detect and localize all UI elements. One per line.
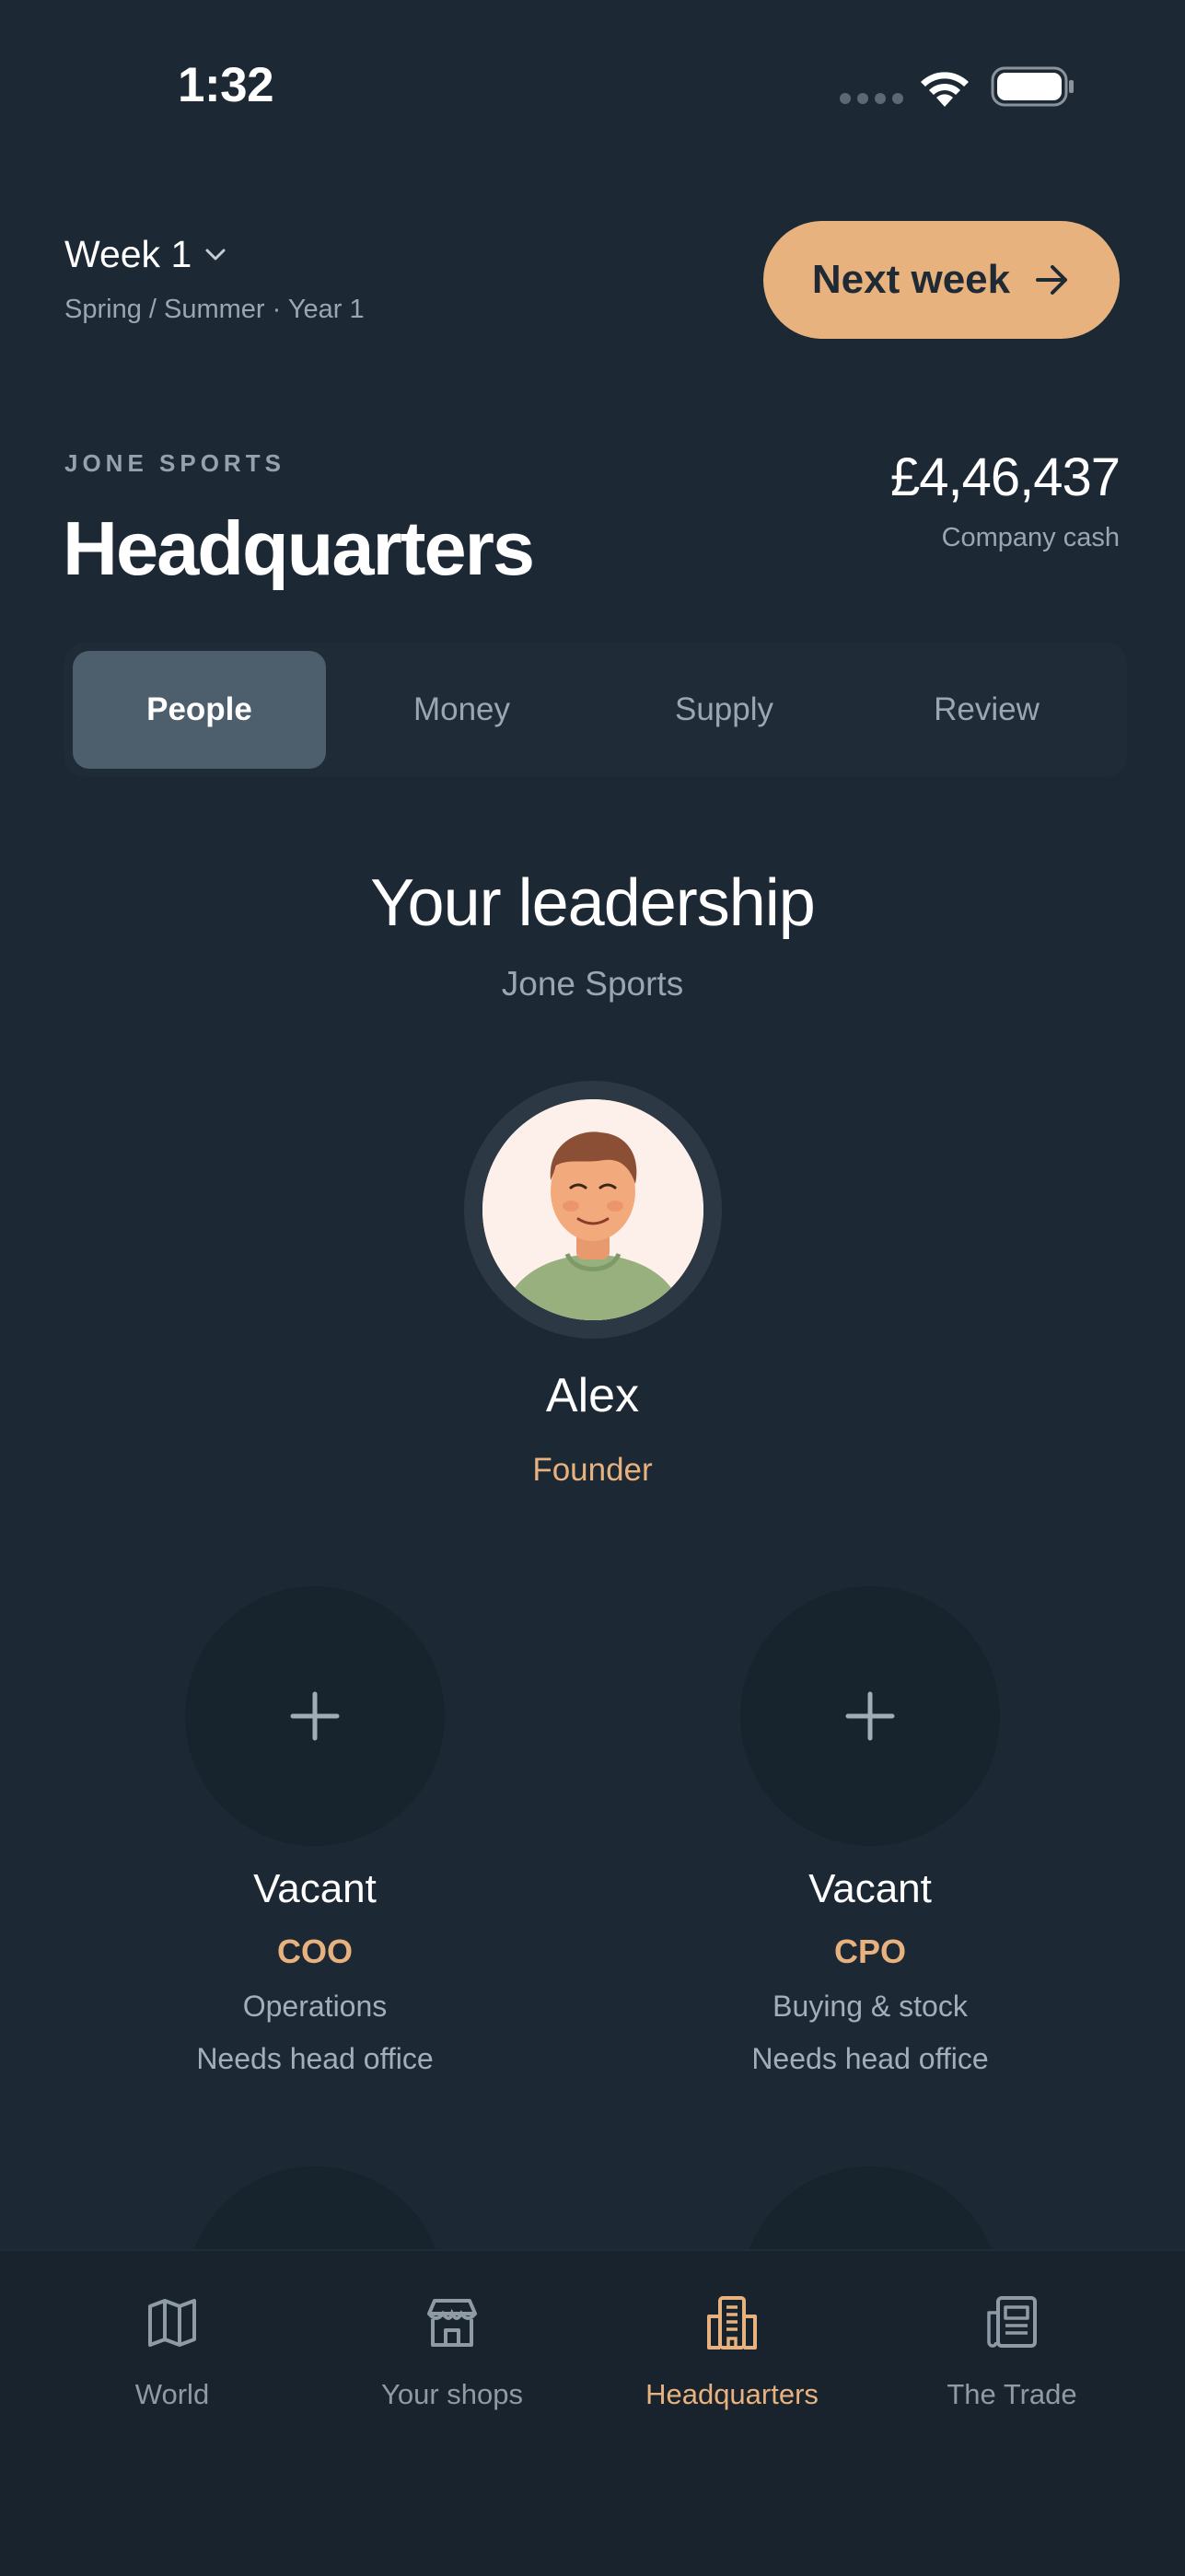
arrow-right-icon <box>1036 265 1068 295</box>
week-label: Week 1 <box>64 233 192 275</box>
founder-avatar[interactable] <box>482 1099 703 1320</box>
leadership-title: Your leadership <box>370 866 816 940</box>
founder-name: Alex <box>545 1369 640 1422</box>
wifi-icon <box>921 72 969 107</box>
section-tabs: People Money Supply Review <box>64 643 1127 777</box>
add-member-button[interactable] <box>185 1586 445 1846</box>
slot-role: CPO <box>833 1932 906 1970</box>
newspaper-icon <box>987 2296 1037 2348</box>
tab-review[interactable]: Review <box>860 651 1113 769</box>
bottom-navigation: World Your shops Headquarters The Trade <box>0 2249 1185 2576</box>
slot-area: Buying & stock <box>773 1990 968 2023</box>
season-label: Spring / Summer · Year 1 <box>64 295 365 324</box>
leadership-slot-coo[interactable]: Vacant COO Operations Needs head office <box>112 1586 517 2076</box>
slot-requirement: Needs head office <box>196 2042 434 2075</box>
nav-world[interactable]: World <box>34 2288 310 2411</box>
nav-your-shops[interactable]: Your shops <box>314 2288 590 2411</box>
nav-the-trade[interactable]: The Trade <box>874 2288 1150 2411</box>
nav-headquarters-label: Headquarters <box>645 2378 819 2410</box>
status-time: 1:32 <box>178 58 274 112</box>
next-week-button[interactable]: Next week <box>763 221 1120 339</box>
cellular-signal-icon <box>840 93 903 104</box>
leadership-subtitle: Jone Sports <box>501 965 684 1003</box>
add-member-button[interactable] <box>740 1586 1000 1846</box>
nav-world-label: World <box>134 2378 210 2410</box>
slot-area: Operations <box>242 1990 388 2023</box>
store-icon <box>427 2299 477 2347</box>
chevron-down-icon <box>205 249 226 260</box>
slot-status: Vacant <box>808 1866 932 1911</box>
leadership-slot-cpo[interactable]: Vacant CPO Buying & stock Needs head off… <box>668 1586 1073 2076</box>
map-icon <box>148 2299 196 2347</box>
page-title: Headquarters <box>63 505 535 591</box>
nav-your-shops-label: Your shops <box>381 2378 523 2410</box>
company-cash-label: Company cash <box>941 523 1120 552</box>
nav-headquarters[interactable]: Headquarters <box>594 2288 870 2411</box>
tab-supply[interactable]: Supply <box>598 651 851 769</box>
slot-status: Vacant <box>253 1866 377 1911</box>
slot-requirement: Needs head office <box>751 2042 989 2075</box>
building-icon <box>707 2296 757 2350</box>
next-week-label: Next week <box>811 257 1011 302</box>
slot-role: COO <box>276 1932 353 1970</box>
plus-icon <box>290 1691 340 1741</box>
week-selector[interactable]: Week 1 <box>64 233 227 276</box>
founder-role: Founder <box>532 1452 653 1488</box>
company-name: JONE SPORTS <box>64 449 285 477</box>
nav-the-trade-label: The Trade <box>947 2378 1077 2410</box>
person-illustration <box>482 1099 703 1320</box>
battery-icon <box>991 66 1074 107</box>
tab-money[interactable]: Money <box>335 651 588 769</box>
plus-icon <box>845 1691 895 1741</box>
tab-people[interactable]: People <box>73 651 326 769</box>
company-cash-value: £4,46,437 <box>889 447 1121 507</box>
